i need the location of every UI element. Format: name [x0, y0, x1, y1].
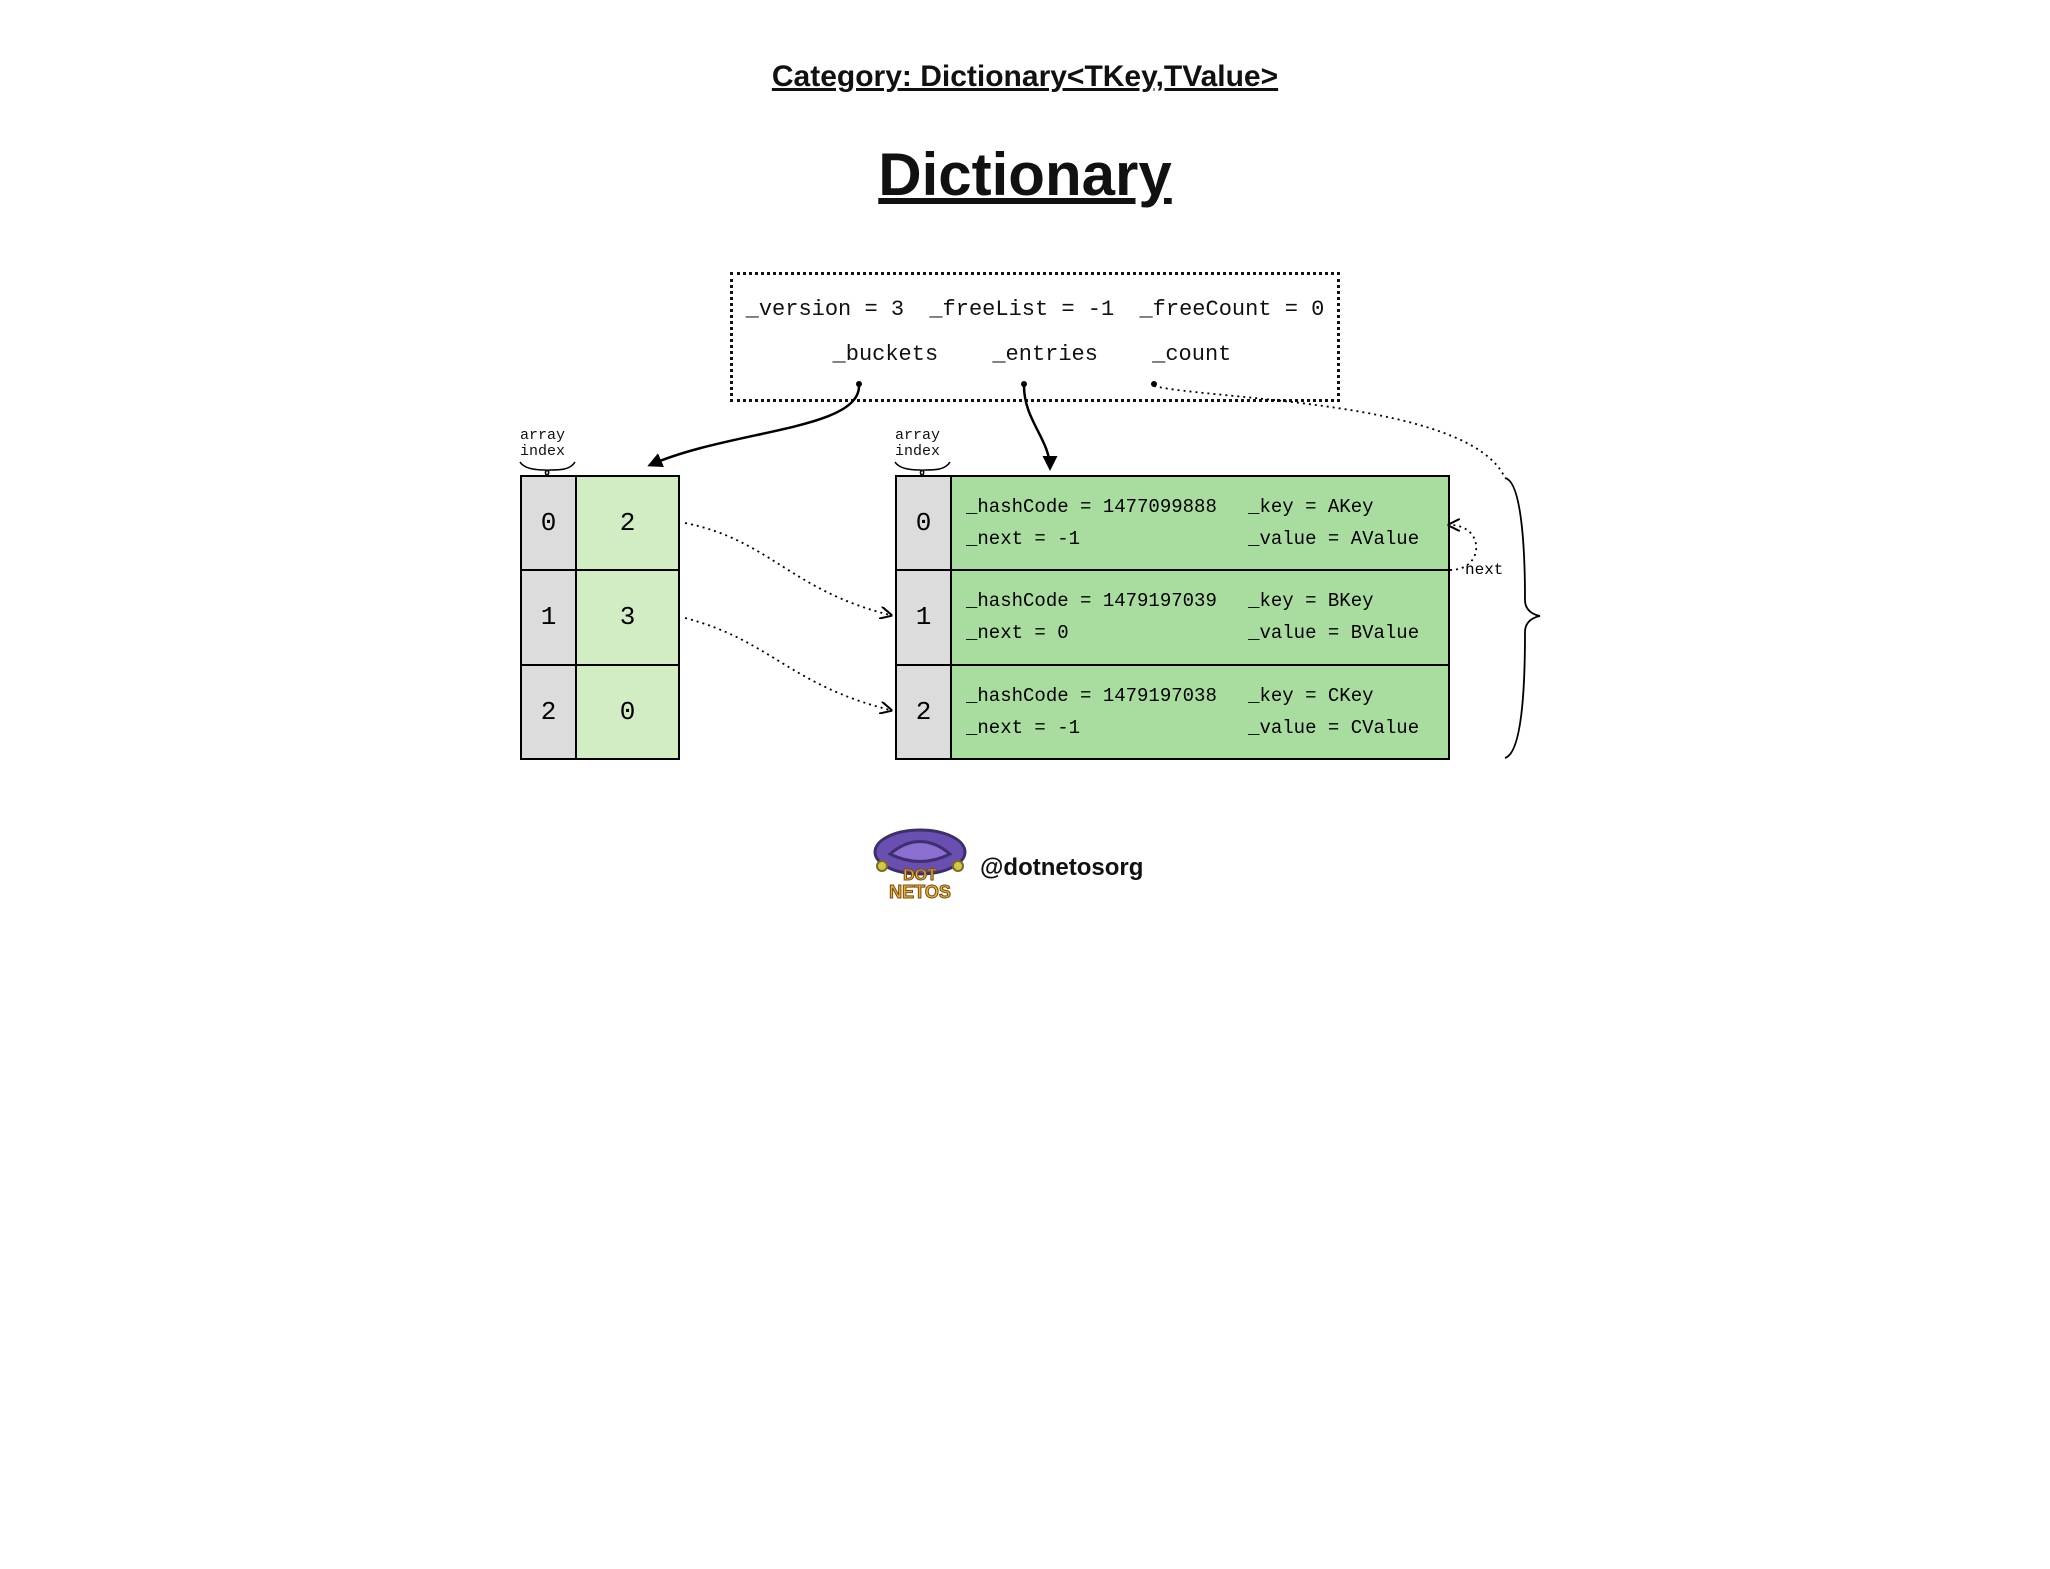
- state-version: _version = 3: [746, 297, 904, 322]
- entry0-hashcode: _hashCode = 1477099888: [966, 496, 1228, 518]
- logo-text-bottom: NETOS: [889, 882, 951, 902]
- state-buckets: _buckets: [833, 342, 939, 367]
- entry2-key: _key = CKey: [1248, 685, 1434, 707]
- state-row-1: _version = 3 _freeList = -1 _freeCount =…: [733, 275, 1337, 322]
- entry0-value: _value = AValue: [1248, 528, 1434, 550]
- entry1-key: _key = BKey: [1248, 590, 1434, 612]
- buckets-array-index-label: array index: [520, 428, 565, 460]
- entry2-value: _value = CValue: [1248, 717, 1434, 739]
- entry0-next: _next = -1: [966, 528, 1228, 550]
- entry2-hashcode: _hashCode = 1479197038: [966, 685, 1228, 707]
- entry-index-0: 0: [897, 477, 952, 571]
- next-pointer-label: next: [1465, 561, 1503, 579]
- entry1-value: _value = BValue: [1248, 622, 1434, 644]
- state-entries: _entries: [992, 342, 1098, 367]
- state-count: _count: [1152, 342, 1231, 367]
- footer-handle: @dotnetosorg: [980, 854, 1143, 882]
- bucket-index-2: 2: [522, 666, 577, 760]
- entry2-next: _next = -1: [966, 717, 1228, 739]
- bucket-value-2: 0: [577, 666, 680, 760]
- entry0-key: _key = AKey: [1248, 496, 1434, 518]
- bucket-index-1: 1: [522, 571, 577, 665]
- buckets-table: 0 2 1 3 2 0: [520, 475, 680, 760]
- entries-table: 0 _hashCode = 1477099888 _next = -1 _key…: [895, 475, 1450, 760]
- entry-row-2: _hashCode = 1479197038 _next = -1 _key =…: [952, 666, 1450, 760]
- page-title: Dictionary: [410, 140, 1640, 209]
- entries-array-index-label: array index: [895, 428, 940, 460]
- entry1-hashcode: _hashCode = 1479197039: [966, 590, 1228, 612]
- entry-index-2: 2: [897, 666, 952, 760]
- state-freelist: _freeList = -1: [929, 297, 1114, 322]
- entry-row-0: _hashCode = 1477099888 _next = -1 _key =…: [952, 477, 1450, 571]
- dotnetos-logo: DOT NETOS: [870, 824, 970, 904]
- entry-row-1: _hashCode = 1479197039 _next = 0 _key = …: [952, 571, 1450, 665]
- entry1-next: _next = 0: [966, 622, 1228, 644]
- entry-index-1: 1: [897, 571, 952, 665]
- category-heading: Category: Dictionary<TKey,TValue>: [410, 60, 1640, 94]
- bucket-index-0: 0: [522, 477, 577, 571]
- state-row-2: _buckets _entries _count: [805, 322, 1258, 367]
- bucket-value-0: 2: [577, 477, 680, 571]
- state-freecount: _freeCount = 0: [1139, 297, 1324, 322]
- bucket-value-1: 3: [577, 571, 680, 665]
- dictionary-state-box: _version = 3 _freeList = -1 _freeCount =…: [730, 272, 1340, 402]
